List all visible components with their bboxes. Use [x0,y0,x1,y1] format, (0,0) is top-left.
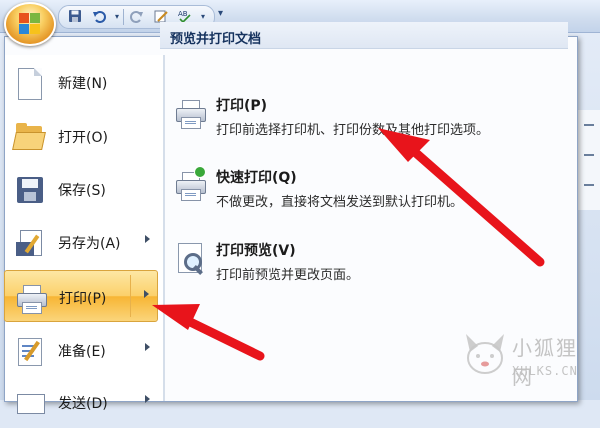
arrow-to-print-submenu [152,304,265,361]
arrow-to-print-option [378,128,545,267]
annotation-arrows [152,128,545,361]
